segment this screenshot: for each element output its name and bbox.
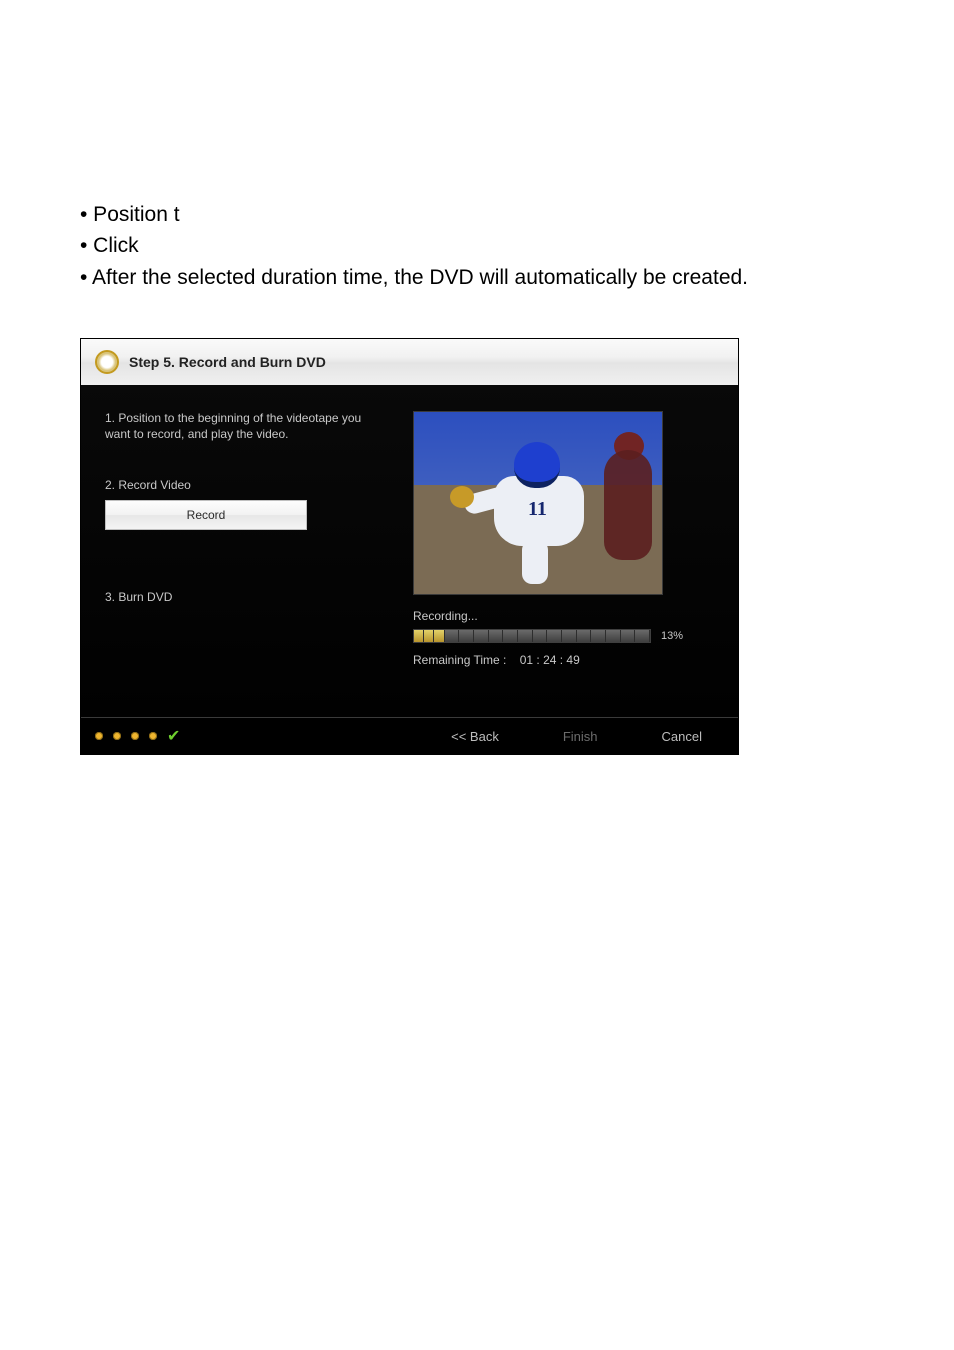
preview-player-glove — [450, 486, 474, 508]
preview-player-helmet — [514, 442, 560, 488]
preview-player-number: 11 — [528, 498, 547, 521]
wizard-header: Step 5. Record and Burn DVD — [81, 339, 738, 385]
instruction-bullets: • Position t • Click • After the selecte… — [80, 200, 874, 292]
remaining-label: Remaining Time : — [413, 653, 506, 667]
cancel-button[interactable]: Cancel — [662, 729, 702, 744]
step-dot-1[interactable] — [95, 732, 103, 740]
step-dot-3[interactable] — [131, 732, 139, 740]
document-page: • Position t • Click • After the selecte… — [0, 0, 954, 1350]
step-dot-4[interactable] — [149, 732, 157, 740]
progress-rest — [445, 630, 650, 642]
step-2-text: 2. Record Video — [105, 478, 385, 492]
progress-bar — [413, 629, 651, 643]
step-dot-2[interactable] — [113, 732, 121, 740]
remaining-time: Remaining Time : 01 : 24 : 49 — [413, 653, 713, 667]
recording-status: Recording... — [413, 609, 713, 623]
progress-wrap: 13% — [413, 629, 713, 643]
step-dot-5-current: ✔ — [167, 726, 180, 746]
video-preview: 11 — [413, 411, 663, 595]
remaining-value: 01 : 24 : 49 — [520, 653, 580, 667]
finish-button[interactable]: Finish — [563, 729, 598, 744]
bullet-after-duration: • After the selected duration time, the … — [80, 263, 874, 292]
bullet-click: • Click — [80, 231, 874, 260]
step-3-text: 3. Burn DVD — [105, 590, 385, 604]
preview-area: 11 Recording... — [413, 411, 713, 667]
progress-percent: 13% — [661, 630, 683, 642]
wizard-title: Step 5. Record and Burn DVD — [129, 354, 326, 370]
preview-bg-player — [604, 450, 652, 560]
progress-fill — [414, 630, 445, 642]
bullet-position: • Position t — [80, 200, 874, 229]
checkmark-icon: ✔ — [167, 728, 180, 745]
record-button[interactable]: Record — [105, 500, 307, 530]
wizard-footer: ✔ << Back Finish Cancel — [81, 717, 738, 754]
back-button[interactable]: << Back — [451, 729, 499, 744]
dvd-wizard-window: Step 5. Record and Burn DVD 1. Position … — [80, 338, 739, 755]
preview-player: 11 — [474, 442, 594, 582]
step-1-text: 1. Position to the beginning of the vide… — [105, 411, 385, 442]
step-indicator: ✔ — [95, 726, 180, 746]
dvd-wheel-icon — [95, 350, 119, 374]
steps-panel: 1. Position to the beginning of the vide… — [105, 411, 385, 604]
preview-player-leg — [522, 540, 548, 584]
wizard-body: 1. Position to the beginning of the vide… — [81, 385, 738, 715]
footer-buttons: << Back Finish Cancel — [451, 729, 702, 744]
